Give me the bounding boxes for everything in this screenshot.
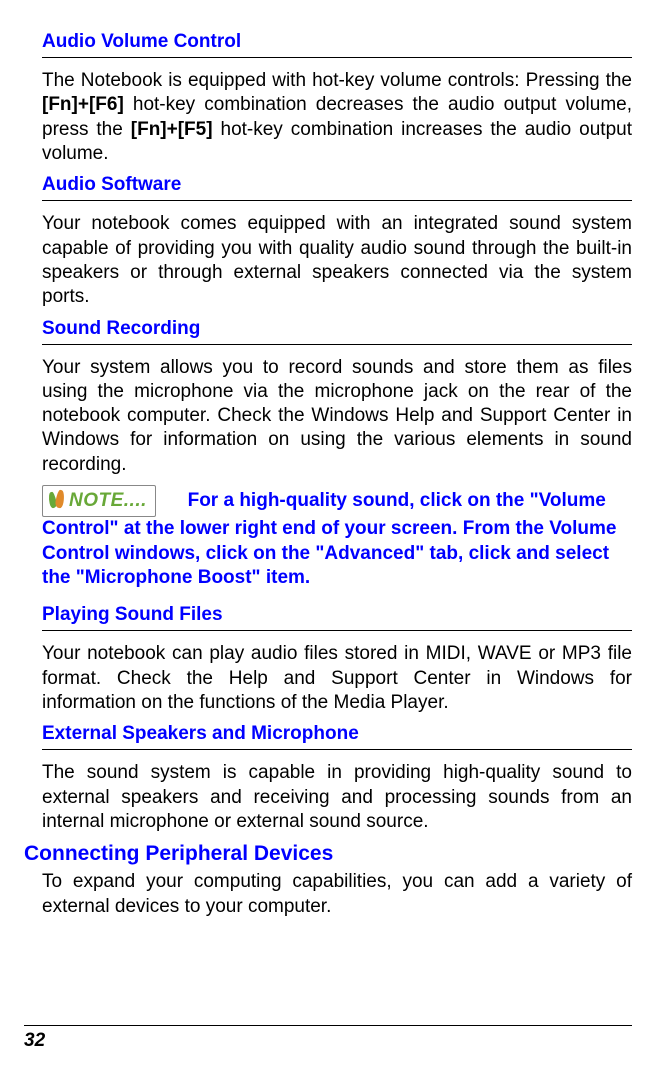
heading-audio-volume-control: Audio Volume Control	[42, 31, 632, 58]
note-block: NOTE.... For a high-quality sound, click…	[42, 485, 632, 590]
body-playing-sound-files: Your notebook can play audio files store…	[42, 642, 632, 715]
heading-sound-recording: Sound Recording	[42, 318, 632, 345]
page-number: 32	[24, 1030, 45, 1052]
heading-external-speakers: External Speakers and Microphone	[42, 723, 632, 750]
heading-audio-software: Audio Software	[42, 174, 632, 201]
body-audio-software: Your notebook comes equipped with an int…	[42, 212, 632, 309]
body-connecting-peripherals: To expand your computing capabilities, y…	[42, 870, 632, 919]
note-icon	[49, 490, 65, 512]
hotkey-1: [Fn]+[F6]	[42, 94, 124, 115]
hotkey-2: [Fn]+[F5]	[131, 119, 213, 140]
note-badge-label: NOTE....	[69, 489, 147, 513]
text-segment: The Notebook is equipped with hot-key vo…	[42, 70, 632, 91]
footer-divider	[24, 1025, 632, 1026]
body-audio-volume-control: The Notebook is equipped with hot-key vo…	[42, 69, 632, 166]
heading-playing-sound-files: Playing Sound Files	[42, 604, 632, 631]
body-sound-recording: Your system allows you to record sounds …	[42, 356, 632, 478]
body-external-speakers: The sound system is capable in providing…	[42, 761, 632, 834]
note-badge: NOTE....	[42, 485, 156, 517]
heading-connecting-peripherals: Connecting Peripheral Devices	[24, 842, 632, 866]
page-content: Audio Volume Control The Notebook is equ…	[24, 31, 632, 919]
note-line1: For a high-quality sound, click on the	[188, 490, 525, 511]
